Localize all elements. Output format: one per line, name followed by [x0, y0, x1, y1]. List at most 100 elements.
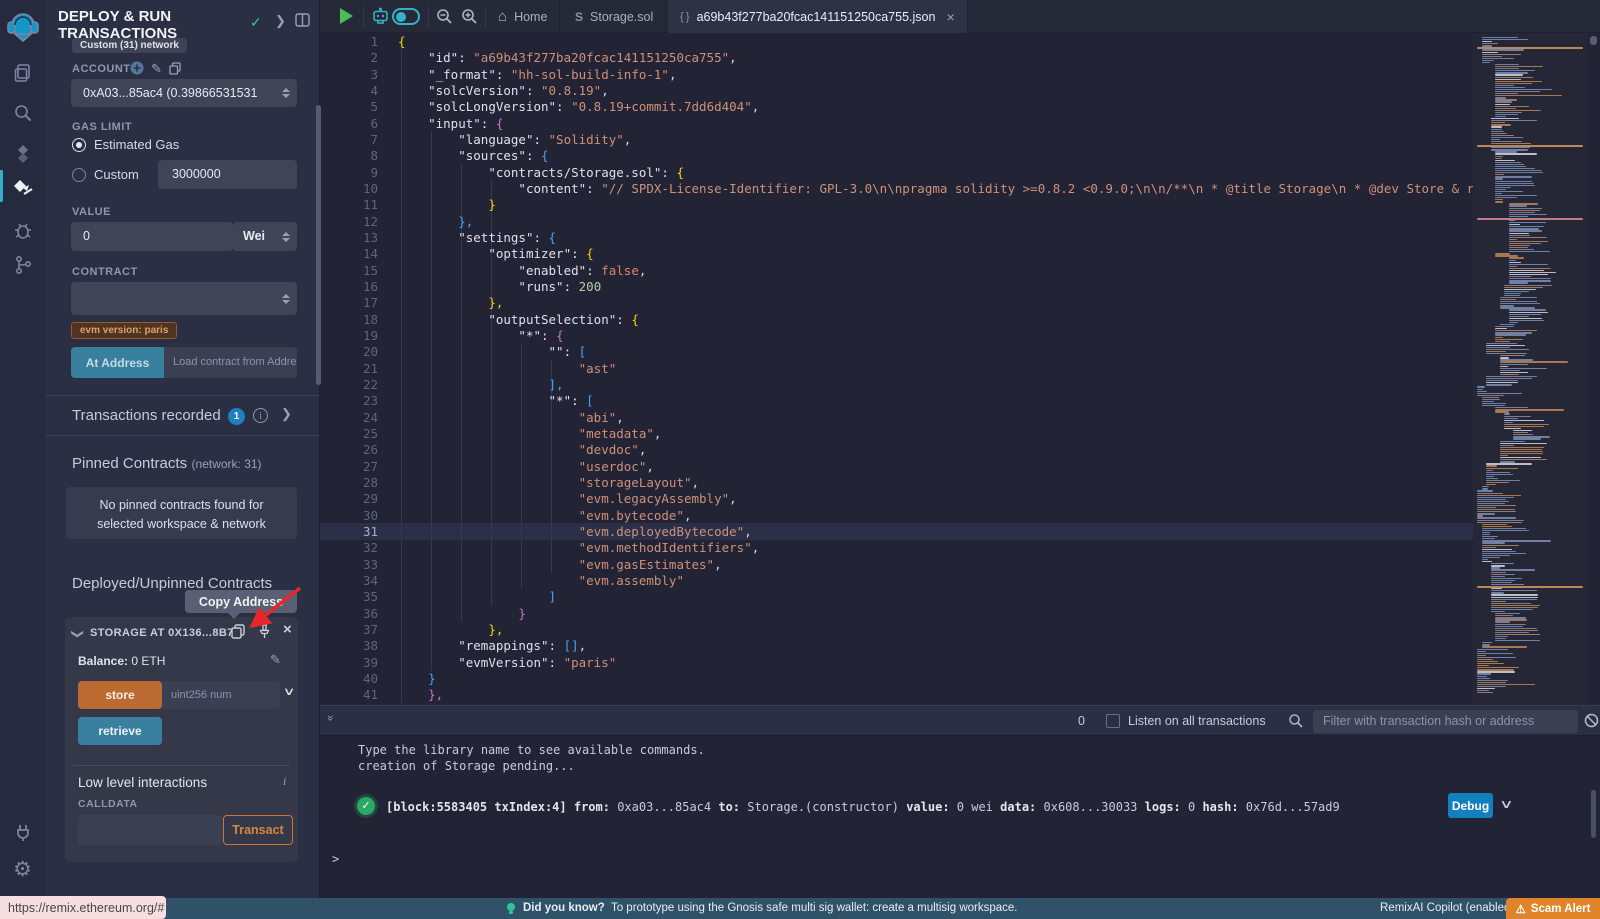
retrieve-button[interactable]: retrieve: [78, 717, 162, 745]
custom-gas-option[interactable]: Custom: [94, 167, 139, 182]
remixai-robot-icon[interactable]: [371, 7, 390, 31]
code-line[interactable]: 8 "sources": {: [320, 147, 1600, 164]
code-line[interactable]: 19 "*": {: [320, 327, 1600, 344]
code-line[interactable]: 14 "optimizer": {: [320, 245, 1600, 262]
expand-args-icon[interactable]: ∨: [283, 685, 296, 698]
code-line[interactable]: 12 },: [320, 213, 1600, 230]
value-unit-select[interactable]: Wei: [233, 222, 297, 251]
listen-checkbox[interactable]: [1106, 714, 1120, 728]
code-line[interactable]: 27 "userdoc",: [320, 458, 1600, 475]
code-line[interactable]: 22 ],: [320, 376, 1600, 393]
code-line[interactable]: 5 "solcLongVersion": "0.8.19+commit.7dd6…: [320, 98, 1600, 115]
code-line[interactable]: 25 "metadata",: [320, 425, 1600, 442]
copilot-toggle[interactable]: [392, 8, 420, 25]
custom-gas-radio[interactable]: [72, 168, 86, 182]
store-button[interactable]: store: [78, 681, 162, 709]
terminal-prompt[interactable]: >: [332, 852, 339, 866]
clear-console-icon[interactable]: [1584, 713, 1599, 733]
plugin-connector-icon[interactable]: [0, 815, 45, 849]
transactions-info-icon[interactable]: i: [253, 408, 268, 423]
code-line[interactable]: 39 "evmVersion": "paris": [320, 654, 1600, 671]
debug-button[interactable]: Debug: [1448, 793, 1493, 818]
code-line[interactable]: 23 "*": [: [320, 392, 1600, 409]
code-line[interactable]: 1{: [320, 33, 1600, 50]
expand-tx-icon[interactable]: ∨: [1499, 797, 1514, 811]
calldata-input[interactable]: [78, 815, 223, 845]
run-script-icon[interactable]: [340, 8, 353, 24]
code-line[interactable]: 4 "solcVersion": "0.8.19",: [320, 82, 1600, 99]
zoom-out-icon[interactable]: [436, 8, 453, 30]
estimated-gas-radio[interactable]: [72, 138, 86, 152]
tab-build-info-json[interactable]: { } a69b43f277ba20fcac141151250ca755.jso…: [668, 0, 968, 33]
code-line[interactable]: 7 "language": "Solidity",: [320, 131, 1600, 148]
code-line[interactable]: 20 "": [: [320, 343, 1600, 360]
transact-button[interactable]: Transact: [223, 815, 293, 845]
edit-balance-icon[interactable]: ✎: [270, 652, 281, 668]
account-select[interactable]: 0xA03...85ac4 (0.39866531531: [71, 79, 297, 107]
code-line[interactable]: 16 "runs": 200: [320, 278, 1600, 295]
tx-log-line[interactable]: [block:5583405 txIndex:4] from: 0xa03...…: [386, 800, 1446, 814]
code-line[interactable]: 30 "evm.bytecode",: [320, 507, 1600, 524]
remix-logo-icon[interactable]: [0, 8, 45, 46]
low-level-info-icon[interactable]: i: [283, 774, 286, 789]
collapse-contract-icon[interactable]: ❯: [71, 629, 85, 639]
panel-expand-icon[interactable]: ❯: [275, 13, 286, 29]
code-line[interactable]: 15 "enabled": false,: [320, 262, 1600, 279]
code-line[interactable]: 2 "id": "a69b43f277ba20fcac141151250ca75…: [320, 49, 1600, 66]
code-line[interactable]: 11 }: [320, 196, 1600, 213]
code-line[interactable]: 10 "content": "// SPDX-License-Identifie…: [320, 180, 1600, 197]
split-view-icon[interactable]: [295, 13, 310, 32]
code-line[interactable]: 40 }: [320, 670, 1600, 687]
code-line[interactable]: 24 "abi",: [320, 409, 1600, 426]
copy-account-icon[interactable]: [169, 62, 181, 80]
code-line[interactable]: 33 "evm.gasEstimates",: [320, 556, 1600, 573]
code-line[interactable]: 41 },: [320, 686, 1600, 703]
transactions-expand-icon[interactable]: ❯: [281, 406, 292, 422]
code-line[interactable]: 6 "input": {: [320, 115, 1600, 132]
tab-home[interactable]: ⌂ Home: [486, 0, 560, 33]
sign-message-icon[interactable]: ✎: [151, 61, 162, 77]
code-line[interactable]: 35 ]: [320, 588, 1600, 605]
code-line[interactable]: 38 "remappings": [],: [320, 637, 1600, 654]
scam-alert-button[interactable]: ⚠ Scam Alert: [1506, 898, 1600, 919]
code-line[interactable]: 29 "evm.legacyAssembly",: [320, 490, 1600, 507]
deploy-and-run-icon[interactable]: [0, 172, 45, 206]
close-tab-icon[interactable]: ×: [946, 9, 954, 25]
code-line[interactable]: 18 "outputSelection": {: [320, 311, 1600, 328]
zoom-in-icon[interactable]: [461, 8, 478, 30]
store-arg-input[interactable]: uint256 num: [162, 681, 280, 709]
at-address-input[interactable]: Load contract from Addre: [164, 347, 297, 378]
code-line[interactable]: 26 "devdoc",: [320, 441, 1600, 458]
debugger-icon[interactable]: [0, 213, 45, 247]
code-line[interactable]: 13 "settings": {: [320, 229, 1600, 246]
code-line[interactable]: 32 "evm.methodIdentifiers",: [320, 539, 1600, 556]
collapse-terminal-icon[interactable]: »: [324, 715, 336, 719]
add-account-icon[interactable]: [130, 61, 144, 80]
search-icon[interactable]: [0, 96, 45, 130]
code-line[interactable]: 37 },: [320, 621, 1600, 638]
value-input[interactable]: 0: [71, 222, 233, 251]
solidity-compiler-icon[interactable]: [0, 137, 45, 171]
code-line[interactable]: 3 "_format": "hh-sol-build-info-1",: [320, 66, 1600, 83]
code-line[interactable]: 9 "contracts/Storage.sol": {: [320, 164, 1600, 181]
git-icon[interactable]: [0, 248, 45, 282]
terminal-scrollbar[interactable]: [1591, 790, 1596, 838]
code-line[interactable]: 28 "storageLayout",: [320, 474, 1600, 491]
editor-scrollbar[interactable]: [1590, 36, 1597, 45]
editor-minimap[interactable]: [1473, 33, 1588, 705]
file-explorer-icon[interactable]: [0, 56, 45, 90]
code-line[interactable]: 21 "ast": [320, 360, 1600, 377]
tab-storage-sol[interactable]: S Storage.sol: [563, 0, 666, 33]
panel-scrollbar[interactable]: [316, 105, 321, 385]
contract-select[interactable]: [71, 282, 297, 315]
code-line[interactable]: 34 "evm.assembly": [320, 572, 1600, 589]
code-editor[interactable]: 1{2 "id": "a69b43f277ba20fcac141151250ca…: [320, 33, 1600, 705]
at-address-button[interactable]: At Address: [71, 347, 164, 378]
filter-transactions-input[interactable]: Filter with transaction hash or address: [1313, 710, 1578, 733]
estimated-gas-option[interactable]: Estimated Gas: [94, 137, 179, 152]
copilot-status[interactable]: RemixAI Copilot (enabled): [1380, 902, 1514, 914]
code-line[interactable]: 31 "evm.deployedBytecode",: [320, 523, 1600, 540]
custom-gas-input[interactable]: 3000000: [158, 160, 297, 189]
code-line[interactable]: 36 }: [320, 605, 1600, 622]
code-line[interactable]: 17 },: [320, 294, 1600, 311]
